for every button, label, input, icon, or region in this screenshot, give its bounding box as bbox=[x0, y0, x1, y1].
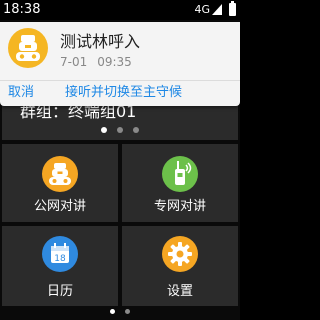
calendar-icon: 18 bbox=[42, 236, 78, 272]
gear-icon bbox=[162, 236, 198, 272]
home-screen: 18:38 4G 群组：终端组01 测试林呼入 7-01 09:35 取消 接听… bbox=[0, 0, 240, 320]
group-pager bbox=[0, 127, 240, 133]
walkie-talkie-icon bbox=[42, 156, 78, 192]
radio-handset-icon bbox=[162, 156, 198, 192]
call-date: 7-01 bbox=[60, 55, 88, 69]
caller-title: 测试林呼入 bbox=[60, 32, 141, 51]
tile-label: 专网对讲 bbox=[153, 199, 206, 214]
signal-icon bbox=[212, 4, 222, 15]
calendar-day: 18 bbox=[54, 254, 66, 264]
tile-private-intercom[interactable]: 专网对讲 bbox=[122, 144, 238, 222]
call-time: 09:35 bbox=[97, 55, 132, 69]
pager-dot bbox=[133, 127, 139, 133]
cancel-button[interactable]: 取消 bbox=[8, 84, 34, 102]
home-pager bbox=[0, 309, 240, 314]
walkie-talkie-icon bbox=[8, 28, 48, 68]
tile-label: 日历 bbox=[46, 284, 73, 299]
pager-dot bbox=[117, 127, 123, 133]
status-bar: 18:38 4G bbox=[0, 0, 240, 20]
tile-calendar[interactable]: 18 日历 bbox=[2, 226, 118, 306]
tile-public-intercom[interactable]: 公网对讲 bbox=[2, 144, 118, 222]
tile-label: 设置 bbox=[166, 284, 193, 299]
pager-dot bbox=[101, 127, 107, 133]
answer-switch-button[interactable]: 接听并切换至主守候 bbox=[65, 84, 182, 102]
network-type: 4G bbox=[194, 3, 210, 16]
divider bbox=[0, 80, 240, 81]
battery-icon bbox=[229, 1, 236, 16]
pager-dot bbox=[110, 309, 115, 314]
incoming-call-notification[interactable]: 测试林呼入 7-01 09:35 取消 接听并切换至主守候 bbox=[0, 22, 240, 106]
call-timestamp: 7-01 09:35 bbox=[60, 54, 132, 70]
tile-settings[interactable]: 设置 bbox=[122, 226, 238, 306]
status-time: 18:38 bbox=[3, 2, 41, 17]
pager-dot bbox=[125, 309, 130, 314]
tile-label: 公网对讲 bbox=[33, 199, 86, 214]
